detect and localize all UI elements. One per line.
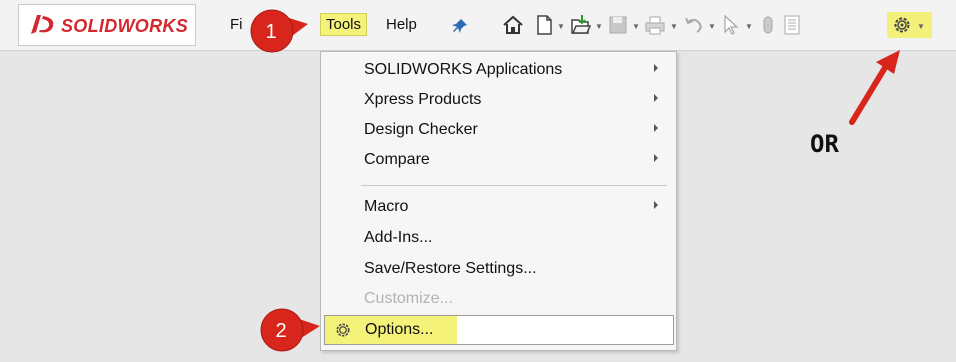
menu-item-add-ins[interactable]: Add-Ins...	[321, 224, 676, 252]
menu-item-save-restore-settings[interactable]: Save/Restore Settings...	[321, 255, 676, 283]
chevron-down-icon[interactable]: ▼	[595, 22, 603, 31]
submenu-arrow-icon	[654, 94, 658, 102]
menu-item-customize: Customize...	[321, 285, 676, 313]
menu-item-label: Design Checker	[364, 121, 478, 138]
chevron-down-icon[interactable]: ▼	[670, 22, 678, 31]
chevron-down-icon[interactable]: ▼	[708, 22, 716, 31]
menu-item-macro[interactable]: Macro	[321, 193, 676, 221]
chevron-down-icon[interactable]: ▼	[917, 22, 925, 31]
gear-icon	[336, 323, 350, 337]
options-gear-icon[interactable]	[891, 14, 913, 36]
print-icon[interactable]	[644, 14, 666, 36]
submenu-arrow-icon	[654, 201, 658, 209]
menu-item-label: Compare	[364, 151, 430, 168]
menu-item-label: Add-Ins...	[364, 229, 433, 246]
step-2-number: 2	[275, 320, 287, 342]
menu-item-solidworks-applications[interactable]: SOLIDWORKS Applications	[321, 56, 676, 84]
step-1-number: 1	[265, 21, 277, 43]
chevron-down-icon[interactable]: ▼	[745, 22, 753, 31]
solidworks-logo[interactable]: SOLIDWORKS	[18, 4, 196, 46]
menu-item-design-checker[interactable]: Design Checker	[321, 116, 676, 144]
menu-item-label: Customize...	[364, 290, 453, 307]
chevron-down-icon[interactable]: ▼	[632, 22, 640, 31]
tools-dropdown-menu: SOLIDWORKS Applications Xpress Products …	[320, 51, 677, 351]
submenu-arrow-icon	[654, 124, 658, 132]
pin-icon[interactable]	[452, 18, 468, 34]
menu-help[interactable]: Help	[386, 16, 417, 33]
menu-item-label: Options...	[365, 321, 434, 338]
menu-item-xpress-products[interactable]: Xpress Products	[321, 86, 676, 114]
file-properties-icon[interactable]	[781, 14, 803, 36]
menu-tools[interactable]: Tools	[320, 13, 368, 36]
submenu-arrow-icon	[654, 154, 658, 162]
rebuild-icon[interactable]	[757, 14, 779, 36]
menu-item-label: Save/Restore Settings...	[364, 260, 537, 277]
undo-icon[interactable]	[683, 14, 705, 36]
select-icon[interactable]	[720, 14, 742, 36]
red-arrow-annotation	[849, 50, 900, 125]
new-document-icon[interactable]	[533, 14, 555, 36]
ds-logo-icon	[31, 15, 54, 34]
open-icon[interactable]	[570, 14, 592, 36]
chevron-down-icon[interactable]: ▼	[557, 22, 565, 31]
menu-file[interactable]: Fi	[230, 16, 243, 33]
menu-item-label: SOLIDWORKS Applications	[364, 61, 563, 78]
or-label: OR	[810, 130, 839, 158]
menu-item-compare[interactable]: Compare	[321, 146, 676, 174]
save-icon[interactable]	[607, 14, 629, 36]
menu-item-options[interactable]: Options...	[324, 315, 674, 345]
home-icon[interactable]	[502, 14, 524, 36]
logo-wordmark: SOLIDWORKS	[61, 16, 188, 36]
menu-item-label: Macro	[364, 198, 409, 215]
submenu-arrow-icon	[654, 64, 658, 72]
menu-separator	[361, 185, 667, 186]
menu-item-label: Xpress Products	[364, 91, 482, 108]
